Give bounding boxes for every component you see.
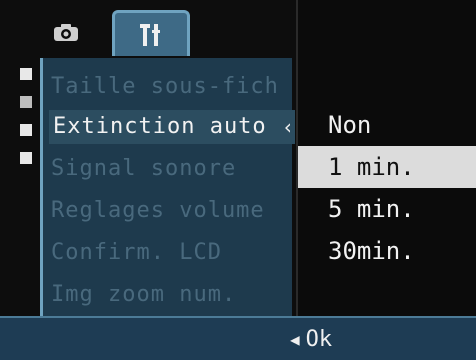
page-indicator bbox=[16, 64, 36, 324]
left-arrow-icon: ◀ bbox=[290, 329, 300, 349]
menu-item-label: Taille sous-fich bbox=[51, 74, 279, 99]
option-label: 5 min. bbox=[328, 195, 415, 223]
option-5-min[interactable]: 5 min. bbox=[298, 188, 476, 230]
option-panel: Non 1 min. 5 min. 30min. bbox=[296, 0, 476, 316]
submenu-open-icon: ‹ bbox=[281, 115, 295, 139]
menu-item-label: Confirm. LCD bbox=[51, 240, 222, 265]
option-1-min[interactable]: 1 min. bbox=[298, 146, 476, 188]
option-label: Non bbox=[328, 111, 372, 139]
option-label: 1 min. bbox=[328, 153, 415, 181]
ok-label: Ok bbox=[305, 326, 333, 352]
camera-screen: Taille sous-fich Extinction auto ‹ Signa… bbox=[0, 0, 476, 360]
menu-item-taille-sous-fich[interactable]: Taille sous-fich bbox=[51, 70, 287, 104]
tab-bar bbox=[14, 10, 294, 56]
menu-item-img-zoom-num[interactable]: Img zoom num. bbox=[51, 278, 287, 312]
menu-item-label: Extinction auto bbox=[53, 114, 267, 139]
menu-item-label: Reglages volume bbox=[51, 198, 265, 223]
menu-item-reglages-volume[interactable]: Reglages volume bbox=[51, 194, 287, 228]
option-label: 30min. bbox=[328, 237, 415, 265]
ok-button[interactable]: ◀ Ok bbox=[290, 324, 332, 354]
settings-menu: Taille sous-fich Extinction auto ‹ Signa… bbox=[40, 58, 295, 320]
tab-camera[interactable] bbox=[38, 10, 94, 54]
menu-item-extinction-auto[interactable]: Extinction auto ‹ bbox=[49, 110, 295, 144]
bottom-bar: ◀ Ok bbox=[0, 316, 476, 360]
tab-setup[interactable] bbox=[112, 10, 190, 56]
option-non[interactable]: Non bbox=[298, 104, 476, 146]
menu-item-signal-sonore[interactable]: Signal sonore bbox=[51, 152, 287, 186]
menu-item-label: Signal sonore bbox=[51, 156, 237, 181]
option-30-min[interactable]: 30min. bbox=[298, 230, 476, 272]
setup-tools-icon bbox=[140, 23, 160, 46]
page-indicator-square bbox=[20, 68, 32, 80]
page-indicator-square bbox=[20, 152, 32, 164]
page-indicator-square bbox=[20, 124, 32, 136]
menu-item-label: Img zoom num. bbox=[51, 282, 237, 307]
menu-item-confirm-lcd[interactable]: Confirm. LCD bbox=[51, 236, 287, 270]
camera-icon bbox=[54, 24, 78, 41]
page-indicator-square-active bbox=[20, 96, 32, 108]
